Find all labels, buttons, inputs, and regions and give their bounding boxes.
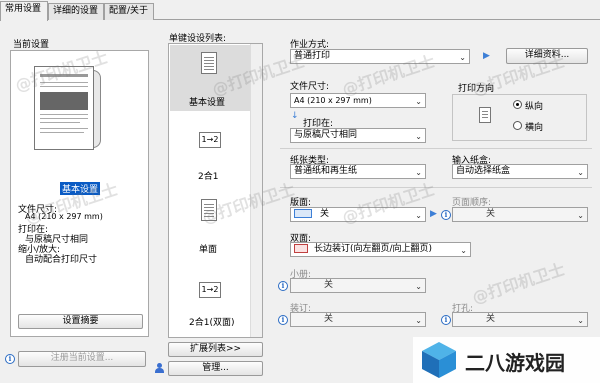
portrait-radio[interactable] — [513, 100, 522, 109]
preset-label-simplex: 单面 — [199, 245, 218, 255]
document-preview-icon — [34, 66, 101, 150]
tab-detailed-settings[interactable]: 详细的设置 — [48, 3, 104, 20]
booklet-select[interactable]: 关 ⌄ — [290, 278, 426, 293]
watermark: @打印机卫士 — [469, 259, 568, 308]
layout-pages-icon — [294, 209, 312, 218]
job-mode-select[interactable]: 普通打印 ⌄ — [290, 49, 470, 64]
paper-type-select[interactable]: 普通纸和再生纸 ⌄ — [290, 164, 426, 179]
layout-arrow-icon: ▶ — [430, 209, 437, 219]
brand-logo: 二八游戏园 — [413, 337, 600, 383]
portrait-label: 纵向 — [525, 102, 544, 112]
preset-item-2in1[interactable]: 1→2 2合1 — [170, 114, 250, 184]
preset-list: 基本设置 1→2 2合1 单面 1→2 2合1(双面) — [168, 43, 263, 338]
orientation-label: 打印方向 — [458, 84, 495, 94]
settings-summary-button[interactable]: 设置摘要 — [18, 314, 143, 329]
paper-size-select[interactable]: A4 (210 x 297 mm) ⌄ — [290, 93, 426, 108]
page-order-info-icon[interactable]: i — [441, 210, 451, 220]
binding-info-icon[interactable]: i — [278, 315, 288, 325]
separator — [280, 148, 592, 149]
selected-preset-label: 基本设置 — [60, 182, 101, 195]
tab-common-settings[interactable]: 常用设置 — [0, 1, 48, 21]
duplex-select[interactable]: 长边装订(向左翻页/向上翻页) ⌄ — [290, 242, 471, 257]
layout-select[interactable]: 关 ⌄ — [290, 207, 426, 222]
booklet-info-icon[interactable]: i — [278, 281, 288, 291]
manage-button[interactable]: 管理... — [168, 361, 263, 376]
punch-info-icon[interactable]: i — [441, 315, 451, 325]
two-in-one-icon: 1→2 — [199, 132, 221, 148]
portrait-page-icon — [479, 107, 491, 123]
binding-select[interactable]: 关 ⌄ — [290, 312, 426, 327]
preset-list-scrollbar[interactable] — [250, 44, 262, 337]
job-arrow-icon: ▶ — [483, 51, 490, 61]
landscape-label: 横向 — [525, 123, 544, 133]
brand-name: 二八游戏园 — [465, 351, 565, 375]
preset-label-2in1-duplex: 2合1(双面) — [189, 318, 235, 328]
single-side-icon — [201, 199, 217, 221]
preset-label-basic: 基本设置 — [189, 98, 226, 108]
preset-item-simplex[interactable]: 单面 — [170, 189, 250, 259]
current-settings-title: 当前设置 — [13, 40, 50, 50]
punch-select[interactable]: 关 ⌄ — [452, 312, 588, 327]
tab-bar: 常用设置 详细的设置 配置/关于 — [0, 0, 600, 21]
summary-paper-size-value: A4 (210 x 297 mm) — [25, 212, 103, 221]
manage-user-icon — [155, 363, 164, 374]
basic-settings-icon — [201, 52, 217, 74]
page-order-select[interactable]: 关 ⌄ — [452, 207, 588, 222]
cube-logo-icon — [422, 342, 456, 378]
preset-item-basic[interactable]: 基本设置 — [170, 45, 250, 111]
register-current-settings-button[interactable]: 注册当前设置... — [18, 351, 146, 367]
print-on-arrow-icon: ↓ — [291, 111, 299, 121]
duplex-icon — [294, 244, 308, 253]
tab-config-about[interactable]: 配置/关于 — [104, 3, 154, 20]
expand-list-button[interactable]: 扩展列表>> — [168, 342, 263, 357]
paper-source-select[interactable]: 自动选择纸盒 ⌄ — [452, 164, 588, 179]
summary-scale-value: 自动配合打印尺寸 — [25, 255, 98, 265]
preset-item-2in1-duplex[interactable]: 1→2 2合1(双面) — [170, 269, 250, 339]
preset-label-2in1: 2合1 — [198, 172, 219, 182]
paper-size-label: 文件尺寸: — [290, 82, 330, 92]
register-info-icon[interactable]: i — [5, 354, 15, 364]
two-in-one-duplex-icon: 1→2 — [199, 282, 221, 298]
landscape-radio[interactable] — [513, 121, 522, 130]
current-settings-panel: 基本设置 文件尺寸: A4 (210 x 297 mm) 打印在: 与原稿尺寸相… — [10, 50, 149, 337]
separator — [280, 187, 592, 188]
job-details-button[interactable]: 详细资料... — [506, 48, 588, 64]
print-on-select[interactable]: 与原稿尺寸相同 ⌄ — [290, 128, 426, 143]
